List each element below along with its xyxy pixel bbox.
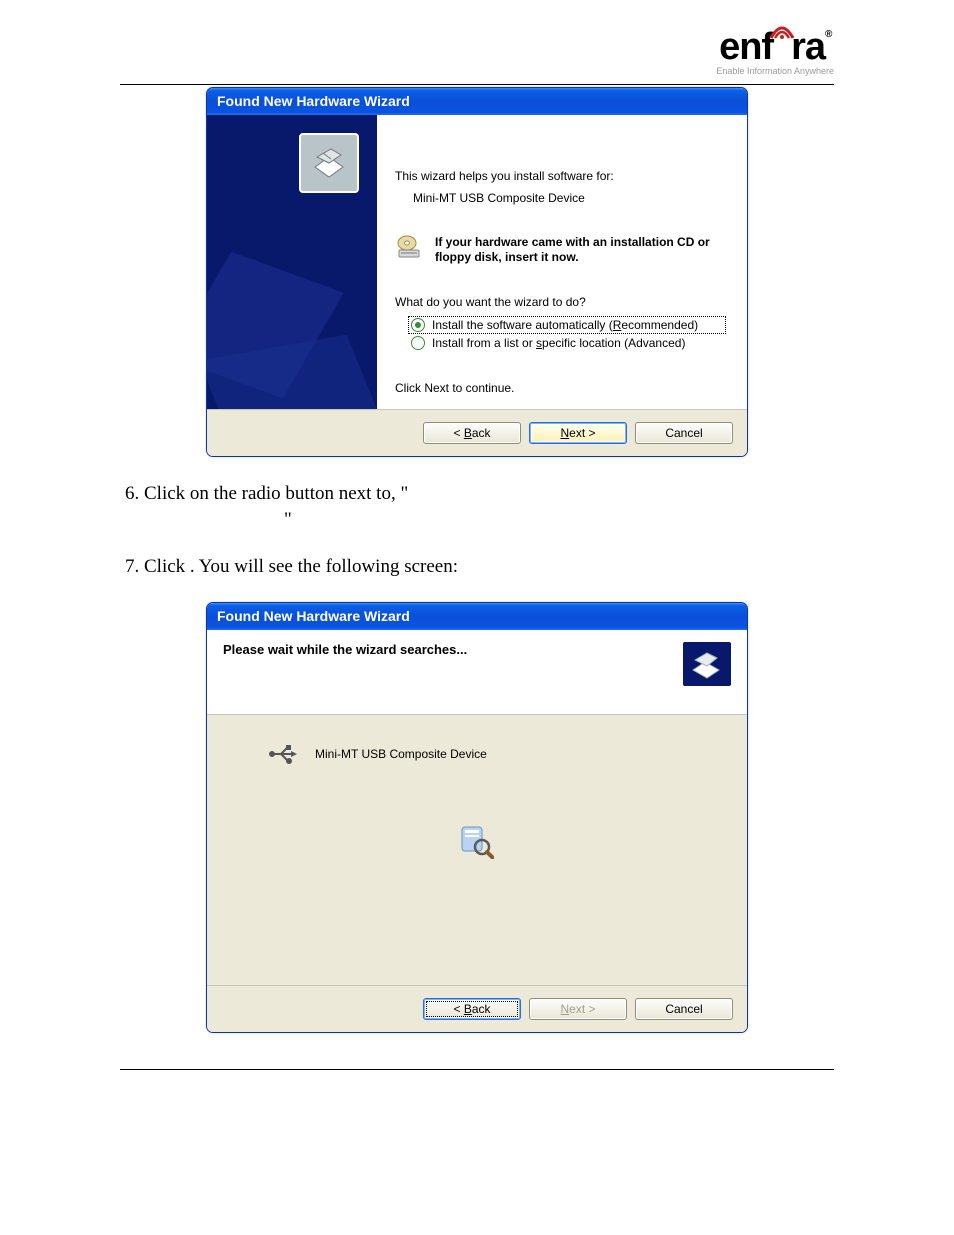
radio-install-list[interactable]: Install from a list or specific location… (409, 335, 725, 351)
cancel-button[interactable]: Cancel (635, 422, 733, 444)
click-next-text: Click Next to continue. (395, 381, 725, 395)
instruction-list: Click on the radio button next to, " " C… (138, 481, 834, 580)
wizard-device-icon (299, 133, 359, 193)
radio-icon (411, 318, 425, 332)
footer-divider (120, 1069, 834, 1070)
step-7: Click . You will see the following scree… (144, 554, 834, 580)
next-button[interactable]: Next > (529, 422, 627, 444)
wizard-intro-text: This wizard helps you install software f… (395, 169, 725, 183)
cd-hint-text: If your hardware came with an installati… (435, 235, 725, 265)
header-divider (120, 84, 834, 85)
back-button[interactable]: < Back (423, 998, 521, 1020)
search-header-text: Please wait while the wizard searches... (223, 642, 467, 657)
back-button[interactable]: < Back (423, 422, 521, 444)
radio-install-auto[interactable]: Install the software automatically (Reco… (409, 317, 725, 333)
radio-list-label: Install from a list or specific location… (432, 336, 685, 350)
wizard-prompt: What do you want the wizard to do? (395, 295, 725, 309)
dialog-titlebar[interactable]: Found New Hardware Wizard (207, 603, 747, 630)
registered-mark: ® (825, 29, 831, 40)
magnifier-icon (460, 825, 494, 859)
hardware-wizard-dialog-2: Found New Hardware Wizard Please wait wh… (206, 602, 748, 1033)
next-button-disabled: Next > (529, 998, 627, 1020)
cd-icon (395, 235, 425, 261)
header-logo-row: enf ra® Enable Information Anywhere (120, 30, 834, 76)
search-device-name: Mini-MT USB Composite Device (315, 747, 487, 761)
usb-icon (267, 743, 297, 765)
enfora-logo: enf ra® Enable Information Anywhere (716, 30, 834, 76)
logo-arc-icon (769, 24, 795, 40)
radio-auto-label: Install the software automatically (Reco… (432, 318, 698, 332)
hardware-wizard-dialog-1: Found New Hardware Wizard This wizard he… (206, 87, 748, 457)
step-6: Click on the radio button next to, " " (144, 481, 834, 532)
wizard-header-icon (683, 642, 731, 686)
dialog-footer: < Back Next > Cancel (207, 409, 747, 456)
wizard-device-name: Mini-MT USB Composite Device (413, 191, 725, 205)
dialog-titlebar[interactable]: Found New Hardware Wizard (207, 88, 747, 115)
radio-icon (411, 336, 425, 350)
cancel-button[interactable]: Cancel (635, 998, 733, 1020)
dialog-footer: < Back Next > Cancel (207, 985, 747, 1032)
wizard-sidebar-art (207, 115, 377, 409)
